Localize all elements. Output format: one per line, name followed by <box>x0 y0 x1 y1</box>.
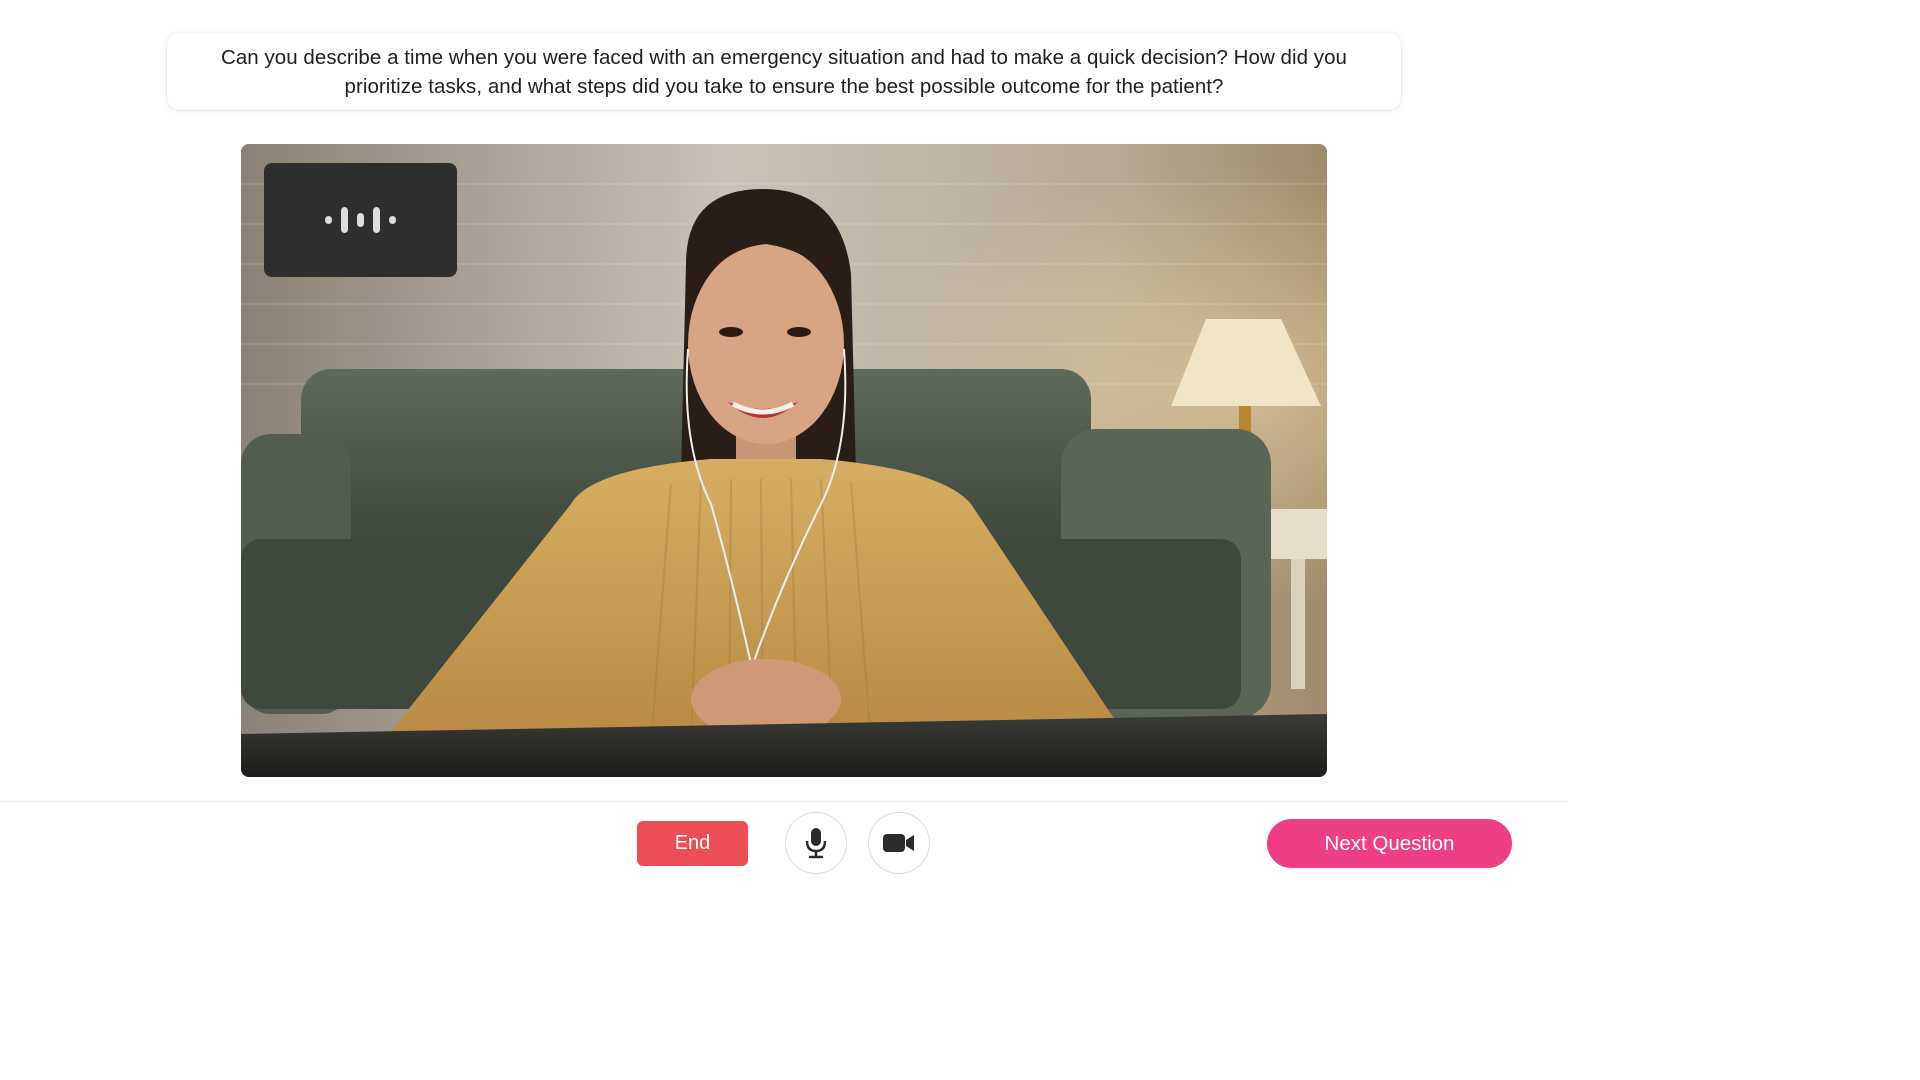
next-question-button[interactable]: Next Question <box>1267 819 1512 868</box>
camera-toggle-button[interactable] <box>868 812 930 874</box>
video-camera-icon <box>883 834 914 852</box>
question-text: Can you describe a time when you were fa… <box>220 45 1347 98</box>
question-card: Can you describe a time when you were fa… <box>167 33 1401 110</box>
microphone-icon <box>805 828 827 859</box>
call-controls-bar: End Next Question <box>0 801 1568 883</box>
speaker-indicator-tile <box>264 163 457 277</box>
audio-waveform-icon <box>324 207 396 233</box>
microphone-toggle-button[interactable] <box>785 812 847 874</box>
candidate-video <box>241 144 1327 777</box>
end-call-button[interactable]: End <box>637 821 748 866</box>
